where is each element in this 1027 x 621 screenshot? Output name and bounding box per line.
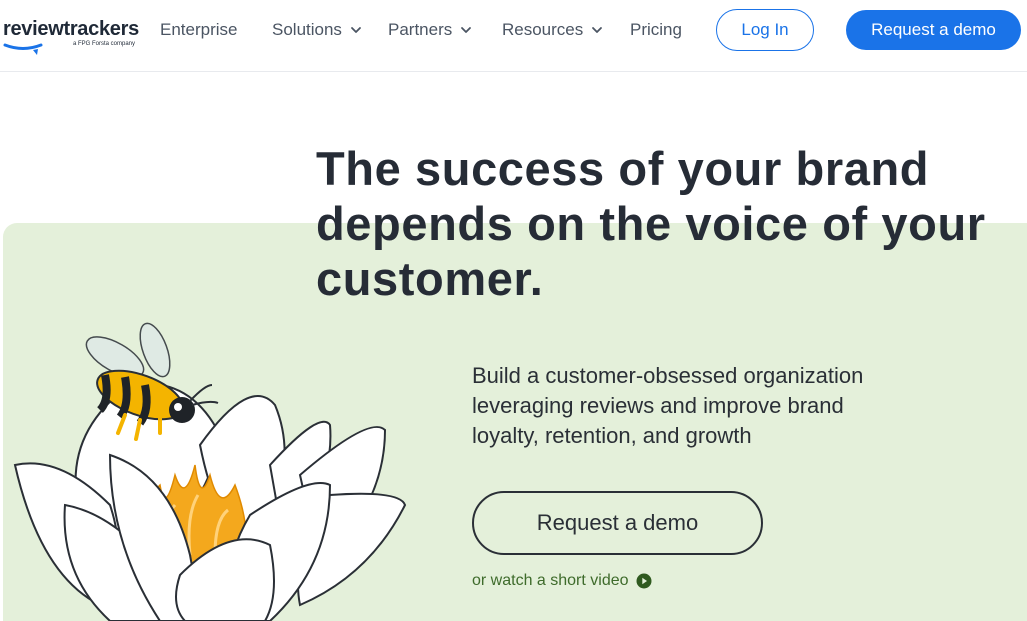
chevron-down-icon <box>461 27 472 33</box>
hero-subtext-line: loyalty, retention, and growth <box>472 423 752 448</box>
nav-label: Partners <box>388 20 453 39</box>
nav-item-pricing[interactable]: Pricing <box>630 19 682 41</box>
hero-headline-line: depends on the voice of your <box>316 197 986 250</box>
nav-item-solutions[interactable]: Solutions <box>272 19 362 41</box>
nav-label: Resources <box>502 20 584 39</box>
nav-label: Enterprise <box>160 20 238 39</box>
request-demo-button[interactable]: Request a demo <box>846 10 1021 50</box>
nav-label: Solutions <box>272 20 342 39</box>
chat-swoosh-icon <box>3 43 43 55</box>
chevron-down-icon <box>592 27 603 33</box>
hero-headline-line: The success of your brand <box>316 142 930 195</box>
hero-headline: The success of your brand depends on the… <box>316 141 1027 306</box>
hero-headline-line: customer. <box>316 252 544 305</box>
watch-video-label: or watch a short video <box>472 572 629 589</box>
hero-request-demo-button[interactable]: Request a demo <box>472 491 763 555</box>
nav-item-enterprise[interactable]: Enterprise <box>160 19 237 41</box>
nav-label: Pricing <box>630 20 682 39</box>
play-icon <box>636 573 652 589</box>
chevron-down-icon <box>351 27 361 33</box>
hero-subtext-line: Build a customer-obsessed organization <box>472 363 864 388</box>
bee-on-lotus-illustration <box>13 322 407 621</box>
hero-subtext: Build a customer-obsessed organization l… <box>472 361 992 451</box>
site-header: reviewtrackers a FPG Forsta company Ente… <box>0 0 1027 72</box>
hero-subtext-line: leveraging reviews and improve brand <box>472 393 844 418</box>
logo-wordmark: reviewtrackers <box>3 18 139 40</box>
logo-tagline: a FPG Forsta company <box>73 41 136 47</box>
watch-video-link[interactable]: or watch a short video <box>472 571 652 591</box>
login-button[interactable]: Log In <box>716 9 814 51</box>
nav-item-resources[interactable]: Resources <box>502 19 603 41</box>
nav-item-partners[interactable]: Partners <box>388 19 472 41</box>
logo[interactable]: reviewtrackers a FPG Forsta company <box>3 18 153 58</box>
